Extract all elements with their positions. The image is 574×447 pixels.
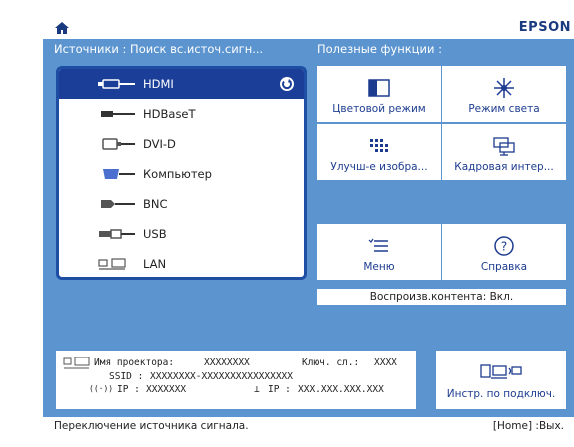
source-item-lan[interactable]: LAN (59, 249, 304, 277)
source-item-usb[interactable]: USB (59, 219, 304, 249)
computer-port-icon (95, 168, 139, 180)
wifi-icon: ((·)) (89, 384, 114, 393)
image-enhancement-icon (367, 135, 391, 157)
source-label: USB (143, 227, 167, 241)
source-item-computer[interactable]: Компьютер (59, 159, 304, 189)
projector-home-screen: EPSON Источники : Поиск вс.источ.сигн...… (43, 17, 574, 435)
ssid-label: SSID : (109, 371, 144, 382)
brand-logo: EPSON (518, 20, 571, 35)
projector-name-label: Имя проектора: (94, 357, 175, 368)
help-label: Справка (480, 261, 528, 273)
source-item-dvi-d[interactable]: DVI-D (59, 129, 304, 159)
connection-tool-button[interactable]: Инстр. по подключ. (436, 351, 566, 409)
connection-devices-icon (479, 362, 523, 383)
menu-button[interactable]: Меню (317, 224, 441, 280)
wifi-ip-label: IP : (117, 384, 140, 395)
lan-ip-icon: ⊥ (254, 384, 260, 395)
light-mode-label: Режим света (468, 103, 540, 115)
menu-label: Меню (363, 261, 395, 273)
help-question-icon: ? (493, 235, 515, 257)
hdmi-icon (95, 78, 139, 90)
lan-ip-label: IP : (268, 384, 291, 395)
top-bar: EPSON (43, 17, 574, 39)
key-label: Ключ. сл.: (302, 357, 360, 368)
footer-hint: Переключение источника сигнала. (54, 420, 249, 432)
source-label: BNC (143, 197, 168, 211)
hdbaset-icon (95, 108, 139, 120)
selected-check-icon (280, 77, 294, 91)
bnc-icon (95, 198, 139, 210)
sources-header: Источники : Поиск вс.источ.сигн... (54, 42, 264, 56)
utilities-header: Полезные функции : (317, 42, 442, 56)
source-label: HDMI (143, 77, 174, 91)
frame-interpolation-button[interactable]: Кадровая интер... (442, 124, 566, 180)
key-value: XXXX (374, 357, 397, 368)
footer-bar: Переключение источника сигнала. [Home] :… (43, 417, 574, 435)
lan-icon (95, 258, 139, 270)
dvi-icon (95, 138, 139, 150)
color-mode-icon (368, 77, 390, 99)
projector-name-value: XXXXXXXX (204, 357, 250, 368)
source-label: Компьютер (143, 167, 212, 181)
connection-tool-label: Инстр. по подключ. (446, 388, 556, 400)
menu-list-icon (368, 235, 390, 257)
source-item-hdmi[interactable]: HDMI (59, 69, 304, 99)
ssid-value: XXXXXXXX-XXXXXXXXXXXXXXXX (150, 371, 293, 382)
frame-interpolation-icon (492, 135, 516, 157)
home-icon (55, 22, 69, 34)
lan-info-icon (63, 357, 90, 369)
source-item-hdbaset[interactable]: HDBaseT (59, 99, 304, 129)
source-label: HDBaseT (143, 107, 196, 121)
light-mode-icon (493, 77, 515, 99)
light-mode-button[interactable]: Режим света (442, 66, 566, 122)
color-mode-label: Цветовой режим (332, 103, 426, 115)
help-button[interactable]: ? Справка (442, 224, 566, 280)
source-label: DVI-D (143, 137, 176, 151)
lan-ip-value: XXX.XXX.XXX.XXX (298, 384, 384, 395)
footer-exit-hint: [Home] :Вых. (492, 420, 564, 432)
color-mode-button[interactable]: Цветовой режим (317, 66, 441, 122)
source-item-bnc[interactable]: BNC (59, 189, 304, 219)
frame-interpolation-label: Кадровая интер... (454, 161, 554, 173)
image-enhancement-label: Улучш-е изобра... (330, 161, 428, 173)
content-playback-status: Воспроизв.контента: Вкл. (317, 289, 566, 305)
image-enhancement-button[interactable]: Улучш-е изобра... (317, 124, 441, 180)
source-list: HDMI HDBaseT DVI-D Компьютер BNC USB LAN (56, 66, 307, 280)
source-label: LAN (143, 257, 167, 271)
usb-icon (95, 228, 139, 240)
network-info-panel: Имя проектора: XXXXXXXX Ключ. сл.: XXXX … (56, 351, 416, 409)
svg-text:?: ? (501, 240, 507, 254)
wifi-ip-value: XXXXXXX (146, 384, 187, 395)
